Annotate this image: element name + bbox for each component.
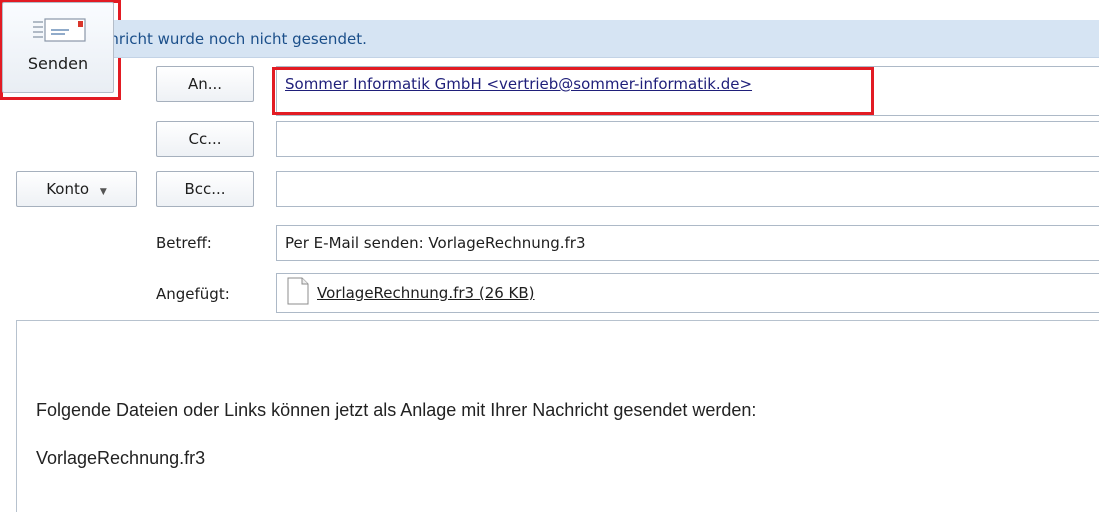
bcc-button-label: Bcc... <box>184 180 226 198</box>
bcc-button[interactable]: Bcc... <box>156 171 254 207</box>
send-button-label: Senden <box>27 54 89 73</box>
send-button-highlight: Senden <box>0 0 121 100</box>
cc-field[interactable] <box>276 121 1099 157</box>
subject-field[interactable]: Per E-Mail senden: VorlageRechnung.fr3 <box>276 225 1099 261</box>
chevron-down-icon: ▼ <box>99 187 107 197</box>
to-recipient[interactable]: Sommer Informatik GmbH <vertrieb@sommer-… <box>285 75 752 93</box>
body-text-filename: VorlageRechnung.fr3 <box>36 448 206 468</box>
body-text-line: Folgende Dateien oder Links können jetzt… <box>36 400 757 420</box>
attachment-label: Angefügt: <box>156 285 230 303</box>
account-button-label: Konto <box>46 180 90 198</box>
subject-label: Betreff: <box>156 234 212 252</box>
cc-button-label: Cc... <box>188 130 222 148</box>
info-bar: Diese Nachricht wurde noch nicht gesende… <box>16 20 1099 58</box>
attachment-field: VorlageRechnung.fr3 (26 KB) <box>276 273 1099 313</box>
attachment-file-link[interactable]: VorlageRechnung.fr3 (26 KB) <box>317 284 535 302</box>
cc-button[interactable]: Cc... <box>156 121 254 157</box>
send-button[interactable]: Senden <box>2 2 114 93</box>
account-button[interactable]: Konto ▼ <box>16 171 137 207</box>
to-button[interactable]: An... <box>156 66 254 102</box>
document-icon <box>287 277 309 305</box>
envelope-send-icon <box>33 18 86 42</box>
subject-value: Per E-Mail senden: VorlageRechnung.fr3 <box>285 234 586 252</box>
message-body[interactable]: Folgende Dateien oder Links können jetzt… <box>16 320 1099 512</box>
to-field-highlight: Sommer Informatik GmbH <vertrieb@sommer-… <box>272 67 874 115</box>
to-button-label: An... <box>187 75 223 93</box>
bcc-field[interactable] <box>276 171 1099 207</box>
